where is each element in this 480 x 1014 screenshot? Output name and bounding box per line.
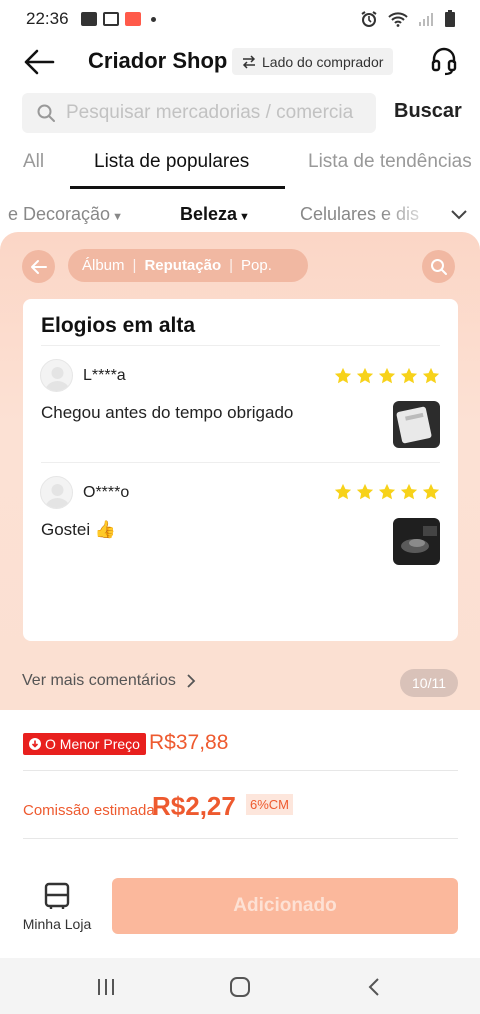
search-icon [37,104,55,122]
tab-popular[interactable]: Lista de populares [94,151,249,173]
store-icon [44,882,70,909]
avatar [40,359,73,392]
rating-stars [334,367,440,385]
app-notification-icon [124,12,141,26]
recent-apps-icon[interactable] [96,978,116,996]
segment-separator: | [229,257,234,274]
gallery-notification-icon [102,12,119,26]
commission-label: Comissão estimada [23,802,155,819]
avatar [40,476,73,509]
section-divider [23,770,458,771]
review-photo[interactable] [393,518,440,565]
headset-icon [431,47,457,76]
review-divider [41,462,440,463]
review-photo-image [393,518,440,565]
alarm-icon [361,11,377,27]
star-icon [378,483,396,500]
search-button[interactable]: Buscar [394,100,462,123]
search-input[interactable] [66,102,376,124]
more-comments-link[interactable]: Ver mais comentários [22,672,196,690]
page-indicator: 10/11 [400,669,458,697]
star-icon [422,367,440,384]
back-button[interactable] [22,46,56,78]
lowest-price-label: O Menor Preço [45,736,140,752]
star-icon [400,367,418,384]
commission-percent-badge: 6%CM [246,794,294,815]
segment-reputacao[interactable]: Reputação [144,257,221,274]
rating-stars [334,483,440,501]
added-button[interactable]: Adicionado [112,878,458,934]
more-notifications-icon [150,16,156,22]
review-username: O****o [83,484,130,501]
star-icon [356,367,374,384]
reviews-card [23,299,458,641]
tab-bar: All Lista de populares Lista de tendênci… [0,145,480,191]
section-divider [23,838,458,839]
star-icon [400,483,418,500]
system-nav-bar [0,958,480,1014]
back-nav-icon[interactable] [367,977,381,997]
my-store-button[interactable]: Minha Loja [22,882,92,936]
tab-trending[interactable]: Lista de tendências [308,151,472,173]
reviews-card-title: Elogios em alta [41,314,196,337]
buyer-side-toggle[interactable]: Lado do comprador [232,48,394,75]
star-icon [334,367,352,384]
review-photo-image [393,401,440,448]
category-beleza[interactable]: Beleza ▼ [180,204,250,225]
product-price: R$37,88 [149,731,229,754]
signal-icon [419,13,433,26]
customer-service-button[interactable] [428,45,460,77]
battery-icon [445,10,455,27]
wifi-icon [388,12,408,27]
chevron-down-icon [451,210,467,220]
search-icon [430,258,447,275]
review-text: Gostei 👍 [41,520,117,539]
status-right-icons [360,10,456,28]
image-notification-icon [80,12,97,26]
buyer-side-label: Lado do comprador [262,53,384,70]
caret-down-icon: ▼ [112,211,123,223]
active-tab-indicator [70,186,285,189]
star-icon [378,367,396,384]
tab-all[interactable]: All [23,151,44,173]
notification-icons [80,12,156,26]
category-label: e Decoração [8,204,111,224]
lowest-price-badge: O Menor Preço [23,733,146,755]
status-time: 22:36 [26,9,69,28]
panel-back-button[interactable] [22,250,55,283]
star-icon [356,483,374,500]
arrow-down-icon [29,738,41,750]
chevron-right-icon [187,674,196,688]
star-icon [422,483,440,500]
caret-down-icon: ▼ [239,211,250,223]
star-icon [334,483,352,500]
page-title: Criador Shop [88,48,228,73]
search-box[interactable] [22,93,376,133]
my-store-label: Minha Loja [22,916,92,932]
category-fade [380,198,440,232]
segment-album[interactable]: Álbum [82,257,125,274]
more-comments-label: Ver mais comentários [22,672,176,689]
category-label: Beleza [180,204,238,224]
panel-segment-control: Álbum | Reputação | Pop. [68,249,308,282]
segment-separator: | [132,257,137,274]
status-bar: 22:36 [0,0,480,38]
title-divider [41,345,440,346]
segment-pop[interactable]: Pop. [241,257,272,274]
panel-search-button[interactable] [422,250,455,283]
commission-value: R$2,27 [152,791,236,821]
expand-categories-button[interactable] [450,207,468,221]
review-text: Chegou antes do tempo obrigado [41,403,294,422]
review-photo[interactable] [393,401,440,448]
home-icon[interactable] [229,976,251,998]
arrow-left-icon [24,49,55,75]
arrow-left-icon [30,259,47,274]
review-username: L****a [83,367,126,384]
category-decoracao[interactable]: e Decoração ▼ [8,204,123,225]
swap-icon [242,54,256,69]
